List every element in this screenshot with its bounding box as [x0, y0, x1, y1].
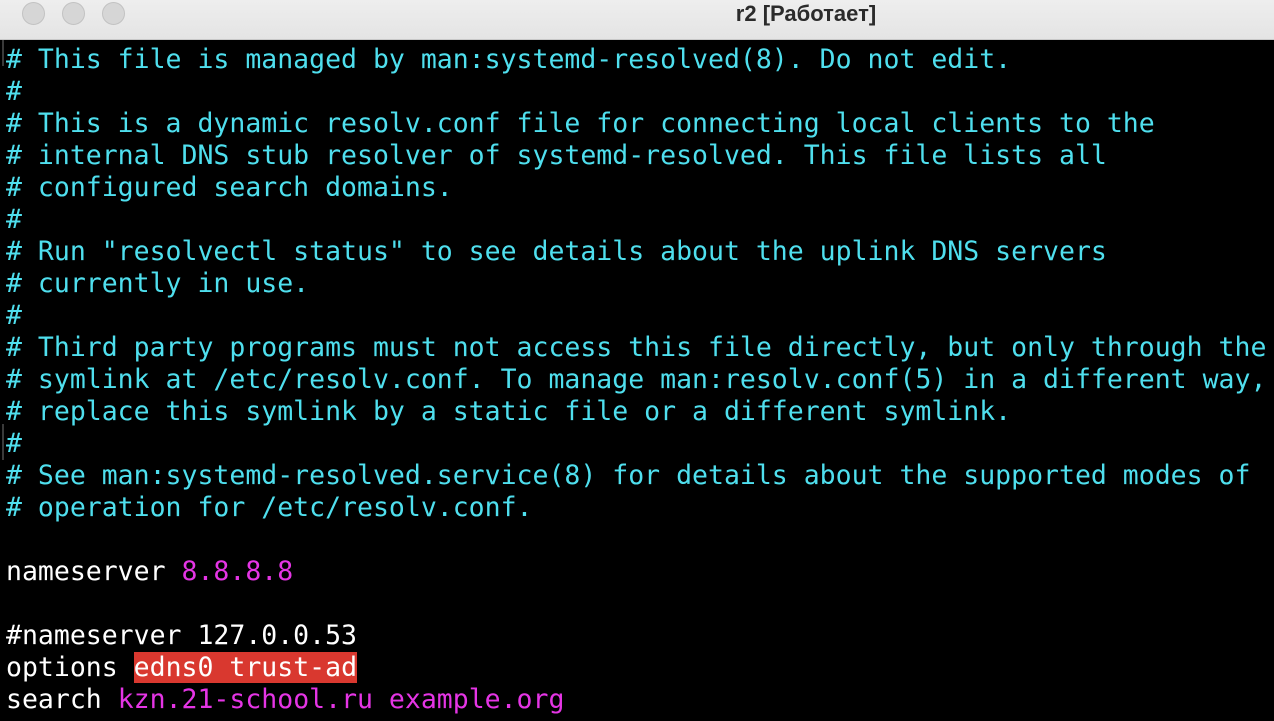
comment-line: #: [6, 300, 22, 331]
comment-line: # Third party programs must not access t…: [6, 332, 1267, 363]
comment-line: #: [6, 76, 22, 107]
options-line: options edns0 trust-ad: [6, 652, 358, 684]
search-keyword: search: [6, 684, 102, 715]
comment-line: #: [6, 204, 22, 235]
terminal-screen[interactable]: # This file is managed by man:systemd-re…: [0, 40, 1274, 721]
search-value: kzn.21-school.ru example.org: [117, 684, 565, 715]
comment-line: # This is a dynamic resolv.conf file for…: [6, 108, 1155, 139]
comment-line: #: [6, 428, 22, 459]
comment-line: # This file is managed by man:systemd-re…: [6, 44, 1012, 75]
options-keyword: options: [6, 652, 118, 683]
nameserver-line: nameserver 8.8.8.8: [6, 556, 293, 588]
comment-line: # symlink at /etc/resolv.conf. To manage…: [6, 364, 1267, 395]
comment-line: # currently in use.: [6, 268, 310, 299]
vm-terminal-window: r2 [Работает] # This file is managed by …: [0, 0, 1274, 721]
scroll-gutter-mark: [2, 40, 4, 66]
scroll-gutter-mark: [2, 424, 4, 460]
commented-nameserver-line: #nameserver 127.0.0.53: [6, 620, 357, 651]
nameserver-value: 8.8.8.8: [181, 556, 294, 587]
search-line: search kzn.21-school.ru example.org: [6, 684, 564, 716]
title-bar[interactable]: r2 [Работает]: [0, 0, 1274, 40]
comment-line: # operation for /etc/resolv.conf.: [6, 492, 533, 523]
comment-line: # internal DNS stub resolver of systemd-…: [6, 140, 1107, 171]
nameserver-keyword: nameserver: [6, 556, 166, 587]
comment-line: # configured search domains.: [6, 172, 453, 203]
options-value-highlighted: edns0 trust-ad: [133, 652, 358, 683]
comment-line: # Run "resolvectl status" to see details…: [6, 236, 1107, 267]
comment-line: # See man:systemd-resolved.service(8) fo…: [6, 460, 1251, 491]
comment-line: # replace this symlink by a static file …: [6, 396, 1012, 427]
window-title: r2 [Работает]: [735, 1, 877, 26]
